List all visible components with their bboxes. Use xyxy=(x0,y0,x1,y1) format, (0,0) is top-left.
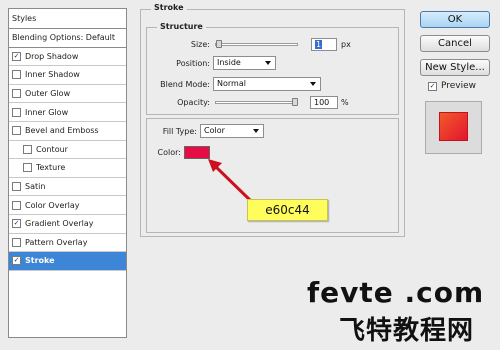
pattern-overlay-checkbox[interactable] xyxy=(12,237,21,247)
preview-label: Preview xyxy=(441,81,477,91)
stroke-checkbox[interactable]: ✓ xyxy=(12,256,21,266)
opacity-slider-thumb[interactable] xyxy=(292,98,298,106)
style-item-label: Inner Glow xyxy=(25,107,69,117)
opacity-slider[interactable] xyxy=(215,101,298,104)
style-item-pattern-overlay[interactable]: Pattern Overlay xyxy=(9,234,126,253)
size-slider[interactable] xyxy=(215,43,298,46)
dropdown-arrow-icon xyxy=(253,129,259,133)
opacity-unit: % xyxy=(341,98,349,107)
texture-checkbox[interactable] xyxy=(23,163,32,173)
fill-type-select[interactable]: Color xyxy=(200,124,264,138)
satin-checkbox[interactable] xyxy=(12,182,21,192)
dropdown-arrow-icon xyxy=(310,82,316,86)
gradient-overlay-checkbox[interactable]: ✓ xyxy=(12,219,21,229)
style-item-label: Pattern Overlay xyxy=(25,237,88,247)
watermark-latin: fevte .com xyxy=(307,276,485,309)
style-item-inner-glow[interactable]: Inner Glow xyxy=(9,103,126,122)
style-item-label: Inner Shadow xyxy=(25,70,80,80)
position-label: Position: xyxy=(176,59,210,68)
size-input[interactable]: 1 xyxy=(311,38,337,51)
opacity-value: 100 xyxy=(314,98,330,107)
opacity-label: Opacity: xyxy=(177,98,210,107)
style-item-drop-shadow[interactable]: ✓ Drop Shadow xyxy=(9,48,126,67)
style-item-satin[interactable]: Satin xyxy=(9,178,126,197)
style-item-label: Gradient Overlay xyxy=(25,219,94,229)
structure-title: Structure xyxy=(157,22,206,31)
color-callout: e60c44 xyxy=(247,199,328,221)
style-item-color-overlay[interactable]: Color Overlay xyxy=(9,196,126,215)
style-item-stroke[interactable]: ✓ Stroke xyxy=(9,252,126,271)
cancel-button[interactable]: Cancel xyxy=(420,35,490,52)
styles-list: Styles Blending Options: Default ✓ Drop … xyxy=(8,8,127,338)
style-item-label: Bevel and Emboss xyxy=(25,126,99,136)
preview-checkbox[interactable]: ✓ xyxy=(428,81,437,91)
blend-mode-value: Normal xyxy=(217,79,246,88)
size-value: 1 xyxy=(315,40,323,49)
style-item-label: Satin xyxy=(25,182,46,192)
styles-header[interactable]: Styles xyxy=(9,9,126,29)
style-item-outer-glow[interactable]: Outer Glow xyxy=(9,85,126,104)
blend-mode-select[interactable]: Normal xyxy=(213,77,321,91)
style-item-bevel-and-emboss[interactable]: Bevel and Emboss xyxy=(9,122,126,141)
preview-thumbnail xyxy=(425,101,482,154)
style-item-label: Color Overlay xyxy=(25,200,80,210)
checkmark-icon: ✓ xyxy=(429,81,436,90)
color-label: Color: xyxy=(157,148,181,157)
position-value: Inside xyxy=(217,58,241,67)
checkmark-icon: ✓ xyxy=(13,219,20,228)
contour-checkbox[interactable] xyxy=(23,144,32,154)
checkmark-icon: ✓ xyxy=(13,256,20,265)
size-label: Size: xyxy=(190,40,210,49)
drop-shadow-checkbox[interactable]: ✓ xyxy=(12,51,21,61)
style-item-texture[interactable]: Texture xyxy=(9,159,126,178)
style-item-contour[interactable]: Contour xyxy=(9,141,126,160)
position-select[interactable]: Inside xyxy=(213,56,276,70)
inner-glow-checkbox[interactable] xyxy=(12,107,21,117)
new-style-button[interactable]: New Style... xyxy=(420,59,490,76)
blending-options-item[interactable]: Blending Options: Default xyxy=(9,29,126,48)
style-item-label: Outer Glow xyxy=(25,89,71,99)
watermark-chinese: 飞特教程网 xyxy=(339,316,475,346)
style-item-label: Drop Shadow xyxy=(25,51,79,61)
bevel-and-emboss-checkbox[interactable] xyxy=(12,126,21,136)
style-item-gradient-overlay[interactable]: ✓ Gradient Overlay xyxy=(9,215,126,234)
arrow-shaft xyxy=(212,163,254,204)
style-item-label: Texture xyxy=(36,163,66,173)
size-slider-thumb[interactable] xyxy=(215,40,222,48)
style-item-label: Contour xyxy=(36,144,68,154)
fill-type-label: Fill Type: xyxy=(162,127,197,136)
style-item-label: Stroke xyxy=(25,256,55,266)
dropdown-arrow-icon xyxy=(265,61,271,65)
size-unit: px xyxy=(341,40,351,49)
inner-shadow-checkbox[interactable] xyxy=(12,70,21,80)
preview-swatch xyxy=(439,112,468,141)
style-item-inner-shadow[interactable]: Inner Shadow xyxy=(9,66,126,85)
opacity-input[interactable]: 100 xyxy=(310,96,338,109)
fill-type-value: Color xyxy=(204,126,225,135)
color-overlay-checkbox[interactable] xyxy=(12,200,21,210)
preview-toggle[interactable]: ✓ Preview xyxy=(428,81,476,91)
stroke-title: Stroke xyxy=(151,3,187,12)
checkmark-icon: ✓ xyxy=(13,51,20,60)
blending-options-label: Blending Options: Default xyxy=(12,33,116,43)
blend-mode-label: Blend Mode: xyxy=(160,80,210,89)
outer-glow-checkbox[interactable] xyxy=(12,89,21,99)
ok-button[interactable]: OK xyxy=(420,11,490,28)
